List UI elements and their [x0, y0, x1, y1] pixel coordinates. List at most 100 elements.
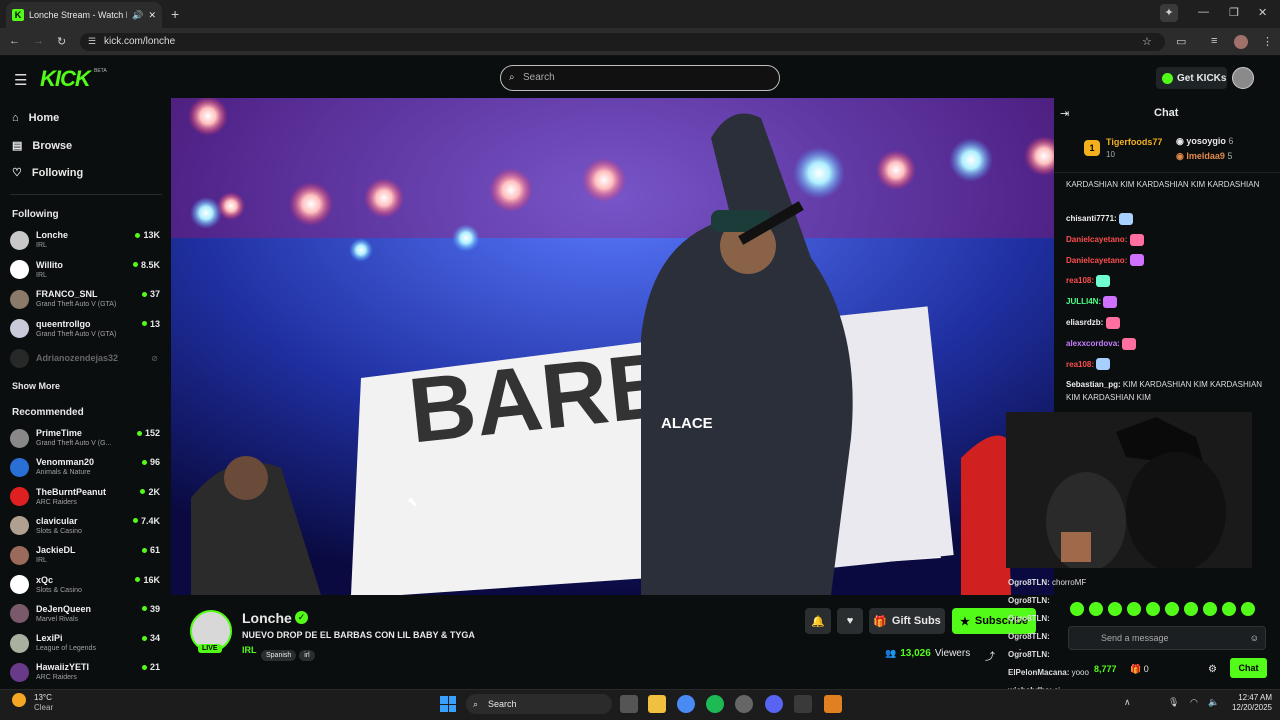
- chat-emote[interactable]: [1096, 275, 1111, 288]
- chat-username[interactable]: alexxcordova:: [1066, 339, 1120, 348]
- taskbar-search[interactable]: ⌕ Search: [466, 694, 612, 714]
- notification-bell-button[interactable]: 🔔: [805, 608, 831, 634]
- following-channel[interactable]: queentrollgo Grand Theft Auto V (GTA) 13: [10, 316, 162, 342]
- following-channel[interactable]: FRANCO_SNL Grand Theft Auto V (GTA) 37: [10, 286, 162, 312]
- user-avatar[interactable]: [1232, 67, 1254, 89]
- quick-emote-icon[interactable]: [1070, 602, 1084, 616]
- bookmark-star-icon[interactable]: ☆: [1142, 35, 1152, 48]
- chat-settings-icon[interactable]: ⚙: [1208, 664, 1217, 675]
- chat-emote[interactable]: [1122, 337, 1137, 350]
- chat-username[interactable]: Danielcayetano:: [1066, 235, 1127, 244]
- kick-logo[interactable]: KICK: [40, 66, 91, 92]
- recommended-channel[interactable]: clavicular Slots & Casino 7.4K: [10, 513, 162, 539]
- obs-icon[interactable]: [735, 695, 753, 713]
- chat-username[interactable]: rea108:: [1066, 360, 1094, 369]
- gift-subs-button[interactable]: 🎁 Gift Subs: [869, 608, 945, 634]
- chat-username[interactable]: ElPelonMacana:: [1008, 668, 1069, 677]
- chat-emote[interactable]: [1096, 358, 1111, 371]
- quick-emote-icon[interactable]: [1203, 602, 1217, 616]
- weather-widget[interactable]: 13°C Clear: [34, 693, 53, 713]
- leader-name[interactable]: Tigerfoods77: [1106, 137, 1162, 147]
- gemini-icon[interactable]: ✦: [1160, 4, 1178, 22]
- share-icon[interactable]: ⤴: [985, 648, 995, 663]
- quick-emote-icon[interactable]: [1241, 602, 1255, 616]
- windows-start-icon[interactable]: [440, 696, 456, 712]
- recommended-channel[interactable]: JackieDL IRL 61: [10, 542, 162, 568]
- recommended-channel[interactable]: DeJenQueen Marvel Rivals 39: [10, 601, 162, 627]
- chat-username[interactable]: JULLI4N:: [1066, 297, 1101, 306]
- chat-input[interactable]: Send a message ☺: [1068, 626, 1266, 650]
- chat-username[interactable]: Ogro8TLN:: [1008, 578, 1050, 587]
- xbox-icon[interactable]: [794, 695, 812, 713]
- profile-avatar[interactable]: [1234, 35, 1248, 49]
- chat-emote[interactable]: [1129, 254, 1144, 267]
- leader-name[interactable]: Imeldaa9: [1186, 151, 1225, 161]
- tray-chevron-icon[interactable]: ∧: [1124, 697, 1131, 708]
- get-kicks-button[interactable]: Get KICKs: [1156, 67, 1227, 89]
- menu-icon[interactable]: ⋮: [1262, 35, 1273, 48]
- recommended-channel[interactable]: Venomman20 Animals & Nature 96: [10, 454, 162, 480]
- maximize-icon[interactable]: ❐: [1229, 6, 1239, 19]
- collapse-chat-icon[interactable]: ⇥: [1060, 107, 1069, 120]
- app-icon[interactable]: [824, 695, 842, 713]
- chat-username[interactable]: Ogro8TLN:: [1008, 632, 1050, 641]
- reload-icon[interactable]: ↻: [57, 35, 66, 48]
- forward-icon[interactable]: →: [33, 35, 44, 47]
- back-icon[interactable]: ←: [9, 35, 20, 47]
- nav-following[interactable]: ♡ Following: [12, 166, 83, 180]
- mic-icon[interactable]: 🎙: [1168, 697, 1179, 708]
- chat-username[interactable]: Ogro8TLN:: [1008, 650, 1050, 659]
- chat-emote[interactable]: [1105, 316, 1120, 329]
- cast-icon[interactable]: ▭: [1176, 35, 1186, 48]
- channel-points[interactable]: 8,777: [1094, 664, 1117, 674]
- recommended-channel[interactable]: xQc Slots & Casino 16K: [10, 572, 162, 598]
- nav-browse[interactable]: ▤ Browse: [12, 139, 72, 153]
- recommended-channel[interactable]: HawaiizYETI ARC Raiders 21: [10, 659, 162, 685]
- gift-icon[interactable]: 🎁 0: [1130, 664, 1149, 675]
- streamer-name[interactable]: Lonche: [242, 610, 292, 626]
- emoji-picker-icon[interactable]: ☺: [1250, 627, 1259, 649]
- browser-tab[interactable]: K Lonche Stream - Watch Live 🔊 ✕: [6, 2, 162, 28]
- chrome-icon[interactable]: [677, 695, 695, 713]
- quick-emote-icon[interactable]: [1089, 602, 1103, 616]
- offline-channel[interactable]: Adrianozendejas32 ⊘: [10, 345, 162, 371]
- minimize-icon[interactable]: —: [1198, 6, 1209, 18]
- chat-username[interactable]: Sebastian_pg:: [1066, 380, 1121, 389]
- recommended-channel[interactable]: PrimeTime Grand Theft Auto V (G... 152: [10, 425, 162, 451]
- quick-emote-icon[interactable]: [1146, 602, 1160, 616]
- recommended-channel[interactable]: TheBurntPeanut ARC Raiders 2K: [10, 484, 162, 510]
- chat-send-button[interactable]: Chat: [1230, 658, 1267, 678]
- site-info-icon[interactable]: ☰: [88, 36, 96, 47]
- stream-category-link[interactable]: IRL: [242, 645, 257, 655]
- chat-username[interactable]: Danielcayetano:: [1066, 256, 1127, 265]
- wifi-icon[interactable]: ◠: [1190, 697, 1198, 708]
- quick-emote-icon[interactable]: [1165, 602, 1179, 616]
- clock[interactable]: 12:47 AM 12/20/2025: [1224, 693, 1272, 713]
- chat-emote[interactable]: [1129, 233, 1144, 246]
- recommended-channel[interactable]: LexiPi League of Legends 34: [10, 630, 162, 656]
- close-tab-icon[interactable]: ✕: [148, 10, 156, 21]
- volume-icon[interactable]: 🔈: [1208, 697, 1219, 708]
- quick-emote-icon[interactable]: [1127, 602, 1141, 616]
- leader-name[interactable]: yosoygio: [1186, 136, 1226, 146]
- follow-heart-button[interactable]: ♥: [837, 608, 863, 634]
- tag-irl[interactable]: irl: [299, 650, 315, 661]
- spotify-icon[interactable]: [706, 695, 724, 713]
- close-window-icon[interactable]: ✕: [1258, 6, 1267, 19]
- chat-emote[interactable]: [1118, 212, 1133, 225]
- quick-emote-icon[interactable]: [1108, 602, 1122, 616]
- quick-emote-icon[interactable]: [1184, 602, 1198, 616]
- discord-icon[interactable]: [765, 695, 783, 713]
- quick-emote-icon[interactable]: [1222, 602, 1236, 616]
- following-channel[interactable]: Lonche IRL 13K: [10, 227, 162, 253]
- hamburger-icon[interactable]: ☰: [14, 71, 27, 89]
- chat-username[interactable]: chisanti7771:: [1066, 214, 1117, 223]
- chat-emote[interactable]: [1103, 296, 1118, 309]
- tag-spanish[interactable]: Spanish: [261, 650, 297, 661]
- nav-home[interactable]: ⌂ Home: [12, 112, 59, 124]
- url-field[interactable]: kick.com/lonche: [80, 33, 1165, 51]
- task-view-icon[interactable]: [620, 695, 638, 713]
- following-channel[interactable]: Willito IRL 8.5K: [10, 257, 162, 283]
- search-input[interactable]: ⌕ Search: [500, 65, 780, 91]
- chat-username[interactable]: Ogro8TLN:: [1008, 614, 1050, 623]
